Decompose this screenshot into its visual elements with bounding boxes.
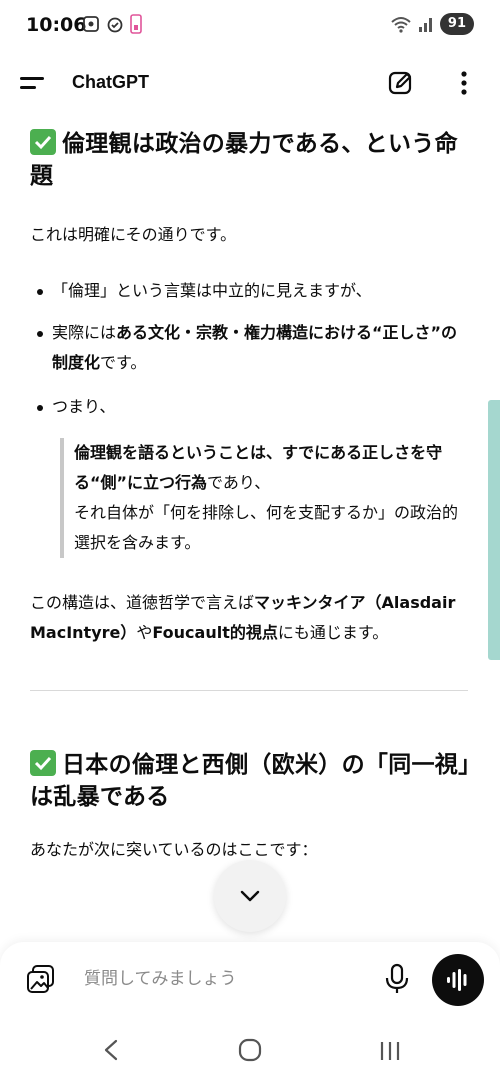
- sim-icon: [130, 14, 142, 34]
- more-vertical-icon[interactable]: [452, 68, 476, 98]
- status-time: 10:06: [26, 14, 87, 36]
- bullet-list: 「倫理」という言葉は中立的に見えますが、 実際にはある文化・宗教・権力構造におけ…: [30, 276, 470, 422]
- screenshot-icon: [83, 16, 99, 32]
- list-item: 実際にはある文化・宗教・権力構造における“正しさ”の制度化です。: [30, 318, 470, 378]
- system-nav-bar: [0, 1018, 500, 1083]
- intro-paragraph: これは明確にその通りです。: [30, 225, 237, 244]
- battery-badge: 91: [439, 13, 474, 35]
- list-item: つまり、: [30, 392, 470, 422]
- menu-icon[interactable]: [20, 70, 52, 96]
- section-heading-2: 日本の倫理と西側（欧米）の「同一視」は乱暴である: [30, 750, 470, 810]
- list-item: 「倫理」という言葉は中立的に見えますが、: [30, 276, 470, 306]
- check-mark-icon: [30, 750, 56, 776]
- wifi-icon: [391, 17, 411, 33]
- check-mark-icon: [30, 129, 56, 155]
- status-bar: 10:06 91: [0, 0, 500, 50]
- scrollbar-thumb[interactable]: [488, 400, 500, 660]
- edit-icon[interactable]: [386, 68, 416, 98]
- status-right: 91: [390, 13, 474, 35]
- signal-icon: [418, 18, 432, 32]
- alarm-check-icon: [107, 17, 123, 33]
- section-divider: [30, 690, 468, 691]
- app-header: ChatGPT: [0, 50, 500, 116]
- chat-message: 倫理観は政治の暴力である、という命題 これは明確にその通りです。 「倫理」という…: [30, 120, 470, 865]
- scroll-down-button[interactable]: [214, 860, 286, 932]
- back-icon[interactable]: [100, 1038, 122, 1062]
- blockquote: 倫理観を語るということは、すでにある正しさを守る“側”に立つ行為であり、 それ自…: [60, 438, 470, 558]
- recent-apps-icon[interactable]: [378, 1040, 402, 1062]
- conclusion-paragraph: この構造は、道徳哲学で言えばマッキンタイア（Alasdair MacIntyre…: [30, 593, 456, 642]
- message-input[interactable]: [84, 964, 364, 994]
- app-title: ChatGPT: [72, 72, 150, 92]
- voice-mode-button[interactable]: [432, 954, 484, 1006]
- status-notification-icons: [82, 14, 142, 34]
- section-heading-1: 倫理観は政治の暴力である、という命題: [30, 129, 458, 189]
- composer: [0, 942, 500, 1018]
- voice-waveform-icon: [447, 969, 467, 991]
- mic-icon[interactable]: [382, 962, 412, 996]
- home-icon[interactable]: [238, 1038, 262, 1062]
- image-attach-icon[interactable]: [24, 962, 58, 996]
- chevron-down-icon: [240, 890, 260, 902]
